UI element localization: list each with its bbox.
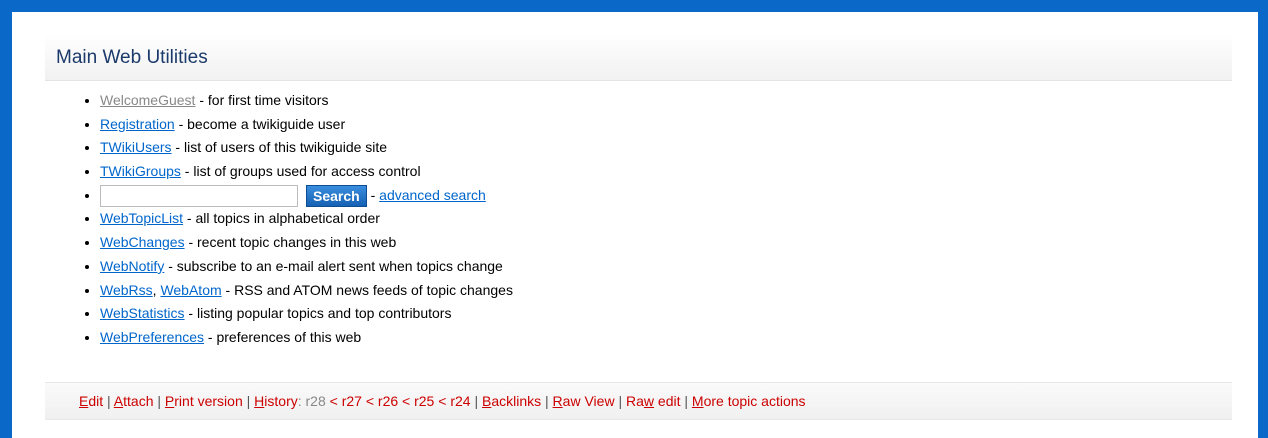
- attach-link[interactable]: Attach: [114, 393, 154, 409]
- history-label: istory: [264, 393, 298, 409]
- item-description: - listing popular topics and top contrib…: [184, 305, 452, 322]
- content-frame: Main Web Utilities WelcomeGuest - for fi…: [12, 12, 1258, 438]
- heading-bar: Main Web Utilities: [45, 34, 1232, 81]
- page-title: Main Web Utilities: [56, 47, 208, 68]
- list-item: WelcomeGuest - for first time visitors: [100, 89, 513, 113]
- edit-hotkey: E: [79, 393, 89, 409]
- search-separator: -: [366, 186, 380, 203]
- item-description: - recent topic changes in this web: [184, 234, 397, 251]
- item-description: - subscribe to an e-mail alert sent when…: [164, 257, 503, 274]
- history-hotkey: H: [254, 393, 265, 409]
- separator: |: [470, 393, 482, 409]
- print-hotkey: P: [164, 393, 175, 409]
- separator: |: [242, 393, 255, 409]
- list-item: Registration - become a twikiguide user: [100, 113, 513, 137]
- list-item: WebNotify - subscribe to an e-mail alert…: [100, 255, 513, 279]
- item-description: - list of users of this twikiguide site: [171, 139, 388, 156]
- edit-link[interactable]: Edit: [79, 393, 103, 409]
- webpreferences-link[interactable]: WebPreferences: [100, 329, 204, 345]
- raw-edit-prefix: Ra: [625, 393, 644, 409]
- search-button[interactable]: Search: [306, 185, 367, 208]
- webchanges-link[interactable]: WebChanges: [100, 234, 185, 250]
- list-item: WebChanges - recent topic changes in thi…: [100, 231, 513, 255]
- separator: |: [680, 393, 692, 409]
- list-item: TWikiUsers - list of users of this twiki…: [100, 136, 513, 160]
- item-description: - become a twikiguide user: [174, 115, 346, 132]
- twikigroups-link[interactable]: TWikiGroups: [100, 163, 181, 179]
- separator: |: [103, 393, 114, 409]
- raw-edit-label: edit: [654, 393, 681, 409]
- list-item: WebRss, WebAtom - RSS and ATOM news feed…: [100, 279, 513, 303]
- history-link[interactable]: History: [254, 393, 298, 409]
- list-item: WebTopicList - all topics in alphabetica…: [100, 207, 513, 231]
- webtopiclist-link[interactable]: WebTopicList: [100, 210, 183, 226]
- revision-r25-link[interactable]: < r25: [398, 393, 434, 409]
- raw-view-hotkey: R: [552, 393, 563, 409]
- edit-label: dit: [88, 393, 104, 409]
- webnotify-link[interactable]: WebNotify: [100, 258, 164, 274]
- separator: |: [541, 393, 553, 409]
- print-version-link[interactable]: Print version: [165, 393, 243, 409]
- separator: |: [614, 393, 626, 409]
- item-description: - RSS and ATOM news feeds of topic chang…: [221, 281, 513, 298]
- webstatistics-link[interactable]: WebStatistics: [100, 305, 185, 321]
- topic-actions: Edit | Attach | Print version | History:…: [79, 393, 806, 409]
- backlinks-link[interactable]: Backlinks: [482, 393, 541, 409]
- raw-edit-hotkey: w: [643, 393, 655, 409]
- item-description: - list of groups used for access control: [180, 163, 421, 180]
- separator: |: [153, 393, 165, 409]
- raw-view-link[interactable]: Raw View: [553, 393, 615, 409]
- print-label: rint version: [174, 393, 243, 409]
- item-description: - all topics in alphabetical order: [183, 210, 380, 227]
- more-label: ore topic actions: [703, 393, 806, 409]
- list-item: WebPreferences - preferences of this web: [100, 326, 513, 350]
- attach-label: ttach: [123, 393, 154, 409]
- more-topic-actions-link[interactable]: More topic actions: [692, 393, 806, 409]
- raw-view-label: aw View: [562, 393, 615, 409]
- revision-r27-link[interactable]: < r27: [326, 393, 362, 409]
- utilities-list: WelcomeGuest - for first time visitors R…: [72, 89, 513, 350]
- topic-actions-bar: Edit | Attach | Print version | History:…: [45, 382, 1232, 420]
- item-description: - preferences of this web: [204, 328, 362, 345]
- backlinks-hotkey: B: [481, 393, 492, 409]
- search-input[interactable]: [100, 185, 298, 208]
- webatom-link[interactable]: WebAtom: [160, 282, 221, 298]
- welcomeguest-link[interactable]: WelcomeGuest: [100, 92, 195, 108]
- raw-edit-link[interactable]: Raw edit: [626, 393, 681, 409]
- list-item: WebStatistics - listing popular topics a…: [100, 302, 513, 326]
- search-row: Search - advanced search: [100, 184, 513, 208]
- revision-r26-link[interactable]: < r26: [362, 393, 398, 409]
- current-revision: r28: [305, 393, 326, 409]
- registration-link[interactable]: Registration: [100, 116, 175, 132]
- attach-hotkey: A: [113, 393, 124, 409]
- revision-r24-link[interactable]: < r24: [434, 393, 470, 409]
- twikiusers-link[interactable]: TWikiUsers: [100, 139, 172, 155]
- backlinks-label: acklinks: [491, 393, 542, 409]
- advanced-search-link[interactable]: advanced search: [379, 187, 486, 203]
- list-item: TWikiGroups - list of groups used for ac…: [100, 160, 513, 184]
- more-hotkey: M: [691, 393, 704, 409]
- item-description: - for first time visitors: [195, 92, 329, 108]
- webrss-link[interactable]: WebRss: [100, 282, 153, 298]
- history-colon: :: [297, 393, 302, 409]
